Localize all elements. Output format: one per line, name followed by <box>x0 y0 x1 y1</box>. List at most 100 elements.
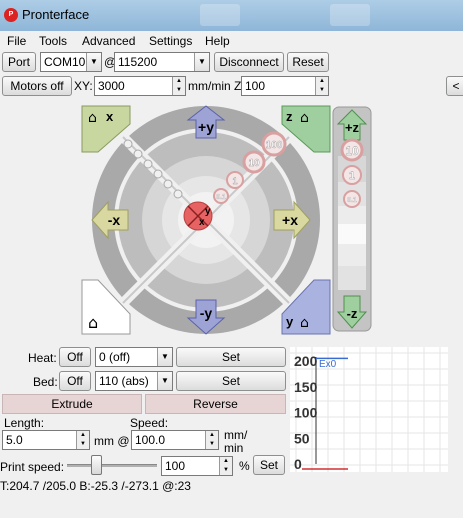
z-step-1-label: 1 <box>349 170 355 182</box>
print-speed-label: Print speed: <box>0 460 65 474</box>
plus-y-label: +y <box>198 119 214 135</box>
mm-min-label-top: mm/ <box>224 428 248 442</box>
speed-value: 100.0 <box>135 433 166 447</box>
chevron-down-icon[interactable]: ▼ <box>157 348 172 366</box>
z-feed-label: mm/min Z: <box>188 79 245 93</box>
ex0-legend-label: Ex0 <box>319 359 337 370</box>
spin-arrows-icon[interactable]: ▲ ▼ <box>76 431 89 449</box>
y-tick-label: 50 <box>294 430 310 446</box>
center-x-label: x <box>199 217 205 228</box>
step-01-button[interactable]: 0.1 <box>213 188 229 204</box>
z-jog-control: +z 10 1 0.1 -z <box>332 106 372 332</box>
motors-off-button[interactable]: Motors off <box>2 76 72 96</box>
home-y-label: y <box>286 314 294 329</box>
step-100-button[interactable]: 100 <box>261 131 287 157</box>
speed-input[interactable]: 100.0 ▲ ▼ <box>131 430 219 450</box>
port-value: COM10 <box>44 55 86 69</box>
spin-arrows-icon[interactable]: ▲ ▼ <box>205 431 218 449</box>
minus-y-label: -y <box>200 305 213 321</box>
chevron-down-icon[interactable]: ▼ <box>194 53 209 71</box>
port-button[interactable]: Port <box>2 52 36 72</box>
percent-label: % <box>239 459 250 473</box>
home-z-label: z <box>286 109 293 124</box>
bed-off-button[interactable]: Off <box>59 371 91 391</box>
menu-settings[interactable]: Settings <box>149 34 192 48</box>
z-minus-label: -z <box>347 306 358 321</box>
z-step-1-button[interactable]: 1 <box>342 165 362 185</box>
app-icon: P <box>4 8 18 22</box>
titlebar-decoration <box>200 4 240 26</box>
home-icon: ⌂ <box>300 315 309 331</box>
plus-x-label: +x <box>282 212 298 228</box>
xy-feed-label: XY: <box>74 79 93 93</box>
reverse-button[interactable]: Reverse <box>145 394 286 414</box>
disconnect-button[interactable]: Disconnect <box>214 52 284 72</box>
mm-min-label-bottom: min <box>224 441 244 455</box>
extrude-button[interactable]: Extrude <box>2 394 142 414</box>
bed-target-value: 110 (abs) <box>99 374 149 388</box>
xy-feed-input[interactable]: 3000 ▲ ▼ <box>94 76 186 96</box>
heat-off-button[interactable]: Off <box>59 347 91 367</box>
step-01-label: 0.1 <box>216 194 226 201</box>
menu-bar: File Tools Advanced Settings Help <box>0 31 463 51</box>
y-tick-label: 100 <box>294 405 318 421</box>
menu-help[interactable]: Help <box>205 34 230 48</box>
heat-set-button[interactable]: Set <box>176 347 286 367</box>
z-plus-label: +z <box>345 120 360 135</box>
y-tick-label: 150 <box>294 379 318 395</box>
xy-feed-value: 3000 <box>98 79 125 93</box>
y-tick-label: 0 <box>294 456 302 472</box>
spin-arrows-icon[interactable]: ▲ ▼ <box>219 457 232 475</box>
menu-advanced[interactable]: Advanced <box>82 34 135 48</box>
window-title: Pronterface <box>22 7 90 22</box>
heat-target-value: 0 (off) <box>99 350 131 364</box>
collapse-panel-button[interactable]: < <box>446 76 463 96</box>
step-100-label: 100 <box>266 140 283 151</box>
z-step-10-label: 10 <box>345 144 359 158</box>
z-step-01-label: 0.1 <box>347 197 357 204</box>
step-1-label: 1 <box>232 176 237 186</box>
center-position-button[interactable]: y x <box>183 201 213 231</box>
z-step-10-button[interactable]: 10 <box>340 138 364 162</box>
xy-jog-control: ⌂ x z ⌂ ⌂ y ⌂ +y -y -x +x 100 10 1 0.1 y… <box>78 104 334 336</box>
menu-tools[interactable]: Tools <box>39 34 67 48</box>
bed-target-select[interactable]: 110 (abs) ▼ <box>95 371 173 391</box>
slider-thumb[interactable] <box>91 455 102 475</box>
slider-track <box>67 464 157 467</box>
length-label: Length: <box>4 416 45 430</box>
heat-target-select[interactable]: 0 (off) ▼ <box>95 347 173 367</box>
bed-set-button[interactable]: Set <box>176 371 286 391</box>
print-speed-value: 100 <box>165 459 186 473</box>
baud-select[interactable]: 115200 ▼ <box>114 52 210 72</box>
length-input[interactable]: 5.0 ▲ ▼ <box>2 430 90 450</box>
print-speed-slider[interactable] <box>67 455 157 475</box>
temperature-status: T:204.7 /205.0 B:-25.3 /-273.1 @:23 <box>0 479 191 493</box>
spin-arrows-icon[interactable]: ▲ ▼ <box>315 77 328 95</box>
z-step-01-button[interactable]: 0.1 <box>343 190 361 208</box>
menu-file[interactable]: File <box>7 34 26 48</box>
titlebar-decoration <box>330 4 370 26</box>
print-speed-input[interactable]: 100 ▲ ▼ <box>161 456 233 476</box>
spin-arrows-icon[interactable]: ▲ ▼ <box>172 77 185 95</box>
temperature-graph: 200 150 100 50 0 Ex0 <box>290 347 448 472</box>
print-speed-set-button[interactable]: Set <box>253 455 285 475</box>
home-x-label: x <box>106 109 114 124</box>
y-tick-label: 200 <box>294 353 318 369</box>
reset-button[interactable]: Reset <box>287 52 329 72</box>
step-10-button[interactable]: 10 <box>242 150 266 174</box>
home-icon: ⌂ <box>300 110 309 126</box>
z-feed-input[interactable]: 100 ▲ ▼ <box>241 76 329 96</box>
heat-label: Heat: <box>28 351 57 365</box>
home-icon: ⌂ <box>88 313 98 332</box>
port-select[interactable]: COM10 ▼ <box>40 52 102 72</box>
bed-label: Bed: <box>33 375 58 389</box>
step-1-button[interactable]: 1 <box>226 171 244 189</box>
length-value: 5.0 <box>6 433 23 447</box>
mm-at-label: mm @ <box>94 434 130 448</box>
center-y-label: y <box>205 206 211 217</box>
chevron-down-icon[interactable]: ▼ <box>157 372 172 390</box>
chevron-down-icon[interactable]: ▼ <box>86 53 101 71</box>
minus-x-label: -x <box>108 212 121 228</box>
z-feed-value: 100 <box>245 79 266 93</box>
speed-label: Speed: <box>130 416 169 430</box>
